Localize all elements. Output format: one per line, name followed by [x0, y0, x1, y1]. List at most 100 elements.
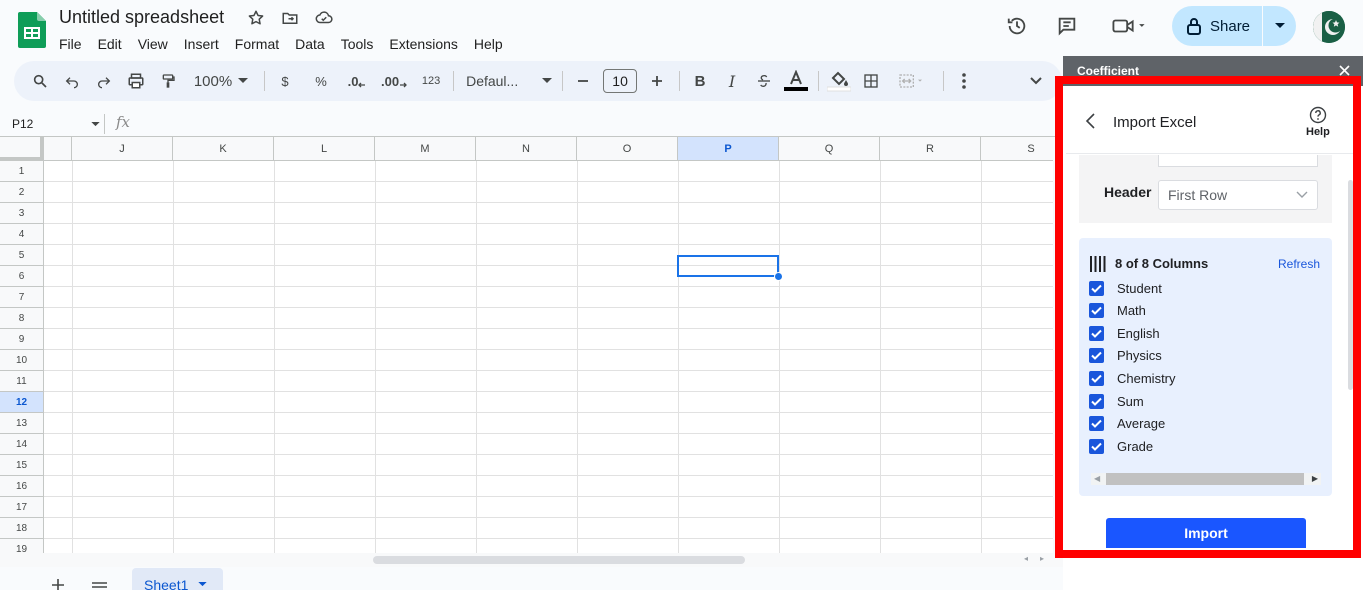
decrease-decimal-label: .0 [347, 73, 359, 89]
row-header[interactable]: 4 [0, 224, 44, 245]
font-family-select[interactable]: Defaul... [466, 67, 553, 95]
chevron-down-icon [91, 121, 100, 126]
grid-row-line [44, 517, 1053, 518]
menu-file[interactable]: File [51, 33, 90, 53]
share-dropdown-icon[interactable] [1263, 6, 1296, 46]
percent-format-button[interactable]: % [309, 67, 333, 95]
row-header[interactable]: 15 [0, 455, 44, 476]
font-family-value: Defaul... [466, 73, 519, 89]
column-header[interactable]: L [274, 137, 375, 161]
row-header[interactable]: 7 [0, 287, 44, 308]
italic-button[interactable]: I [720, 67, 744, 95]
redo-icon[interactable] [92, 67, 116, 95]
row-header[interactable]: 11 [0, 371, 44, 392]
collapse-toolbar-icon[interactable] [1024, 67, 1048, 95]
row-header[interactable]: 1 [0, 161, 44, 182]
row-header[interactable]: 5 [0, 245, 44, 266]
menu-view[interactable]: View [130, 33, 176, 53]
search-menus-icon[interactable] [28, 67, 52, 95]
grid-row-line [44, 391, 1053, 392]
chevron-down-icon[interactable] [198, 582, 208, 587]
fill-color-icon[interactable] [827, 67, 852, 95]
column-header[interactable]: M [375, 137, 476, 161]
name-box[interactable]: P12 [12, 114, 100, 134]
column-header[interactable]: J [72, 137, 173, 161]
bold-button[interactable]: B [688, 67, 712, 95]
row-header[interactable]: 17 [0, 497, 44, 518]
scroll-right-icon[interactable]: ▸ [1040, 554, 1044, 563]
grid-row-line [44, 244, 1053, 245]
row-header[interactable]: 19 [0, 539, 44, 553]
menu-edit[interactable]: Edit [90, 33, 130, 53]
move-folder-icon[interactable] [280, 8, 300, 28]
menu-data[interactable]: Data [287, 33, 333, 53]
sheet-tab-active[interactable]: Sheet1 [132, 568, 223, 590]
more-options-icon[interactable] [952, 67, 976, 95]
column-header-selected[interactable]: P [678, 137, 779, 161]
decrease-font-size-button[interactable] [571, 67, 595, 95]
borders-icon[interactable] [859, 67, 883, 95]
menu-help[interactable]: Help [466, 33, 511, 53]
grid-row-line [44, 433, 1053, 434]
column-header[interactable]: S [981, 137, 1053, 161]
font-size-value: 10 [612, 73, 628, 89]
sheets-logo-icon[interactable] [18, 12, 46, 48]
avatar[interactable] [1313, 11, 1345, 43]
italic-label: I [728, 71, 736, 91]
selected-cell[interactable] [677, 255, 779, 277]
cloud-status-icon[interactable] [314, 8, 334, 28]
minus-icon [578, 80, 589, 82]
horizontal-scrollbar[interactable]: ◂ ▸ [0, 553, 1053, 567]
all-sheets-icon[interactable] [92, 579, 108, 590]
increase-decimal-button[interactable]: .00 [381, 67, 407, 95]
menu-format[interactable]: Format [227, 33, 287, 53]
row-header[interactable]: 2 [0, 182, 44, 203]
paint-format-icon[interactable] [156, 67, 180, 95]
menu-extensions[interactable]: Extensions [381, 33, 465, 53]
row-header[interactable]: 18 [0, 518, 44, 539]
select-all-corner[interactable] [0, 137, 44, 161]
spreadsheet-grid[interactable]: J K L M N O P Q R S 1 2 3 4 5 6 7 8 9 10 11 12 13 14 1… [0, 137, 1053, 553]
column-header[interactable]: Q [779, 137, 880, 161]
decrease-decimal-button[interactable]: .0 [345, 67, 369, 95]
fill-handle[interactable] [774, 272, 783, 281]
text-color-icon[interactable] [784, 67, 809, 95]
row-header[interactable]: 12 [0, 392, 44, 413]
meet-icon[interactable] [1108, 14, 1150, 38]
column-header-partial[interactable] [44, 137, 72, 161]
row-header[interactable]: 3 [0, 203, 44, 224]
font-size-input[interactable]: 10 [603, 69, 638, 93]
grid-row-line [44, 496, 1053, 497]
zoom-select[interactable]: 100% [188, 67, 254, 95]
add-sheet-icon[interactable] [52, 575, 64, 590]
row-header[interactable]: 10 [0, 350, 44, 371]
strikethrough-icon[interactable] [752, 67, 776, 95]
increase-font-size-button[interactable] [645, 67, 669, 95]
scroll-thumb[interactable] [373, 556, 745, 564]
row-header[interactable]: 14 [0, 434, 44, 455]
undo-icon[interactable] [60, 67, 84, 95]
share-button[interactable]: Share [1172, 6, 1296, 46]
row-header[interactable]: 6 [0, 266, 44, 287]
row-header[interactable]: 16 [0, 476, 44, 497]
column-header[interactable]: O [577, 137, 678, 161]
lock-icon [1187, 18, 1201, 35]
document-title[interactable]: Untitled spreadsheet [59, 7, 224, 28]
scroll-left-icon[interactable]: ◂ [1024, 554, 1028, 563]
print-icon[interactable] [124, 67, 148, 95]
currency-format-button[interactable]: $ [273, 67, 297, 95]
column-header[interactable]: R [880, 137, 981, 161]
column-header[interactable]: N [476, 137, 577, 161]
merge-cells-icon[interactable] [891, 67, 933, 95]
column-header[interactable]: K [173, 137, 274, 161]
row-header[interactable]: 13 [0, 413, 44, 434]
star-icon[interactable] [246, 8, 266, 28]
row-header[interactable]: 8 [0, 308, 44, 329]
number-format-button[interactable]: 123 [419, 67, 443, 95]
menu-tools[interactable]: Tools [333, 33, 382, 53]
menu-insert[interactable]: Insert [176, 33, 227, 53]
comments-icon[interactable] [1054, 14, 1080, 38]
version-history-icon[interactable] [1004, 14, 1030, 38]
row-header[interactable]: 9 [0, 329, 44, 350]
grid-row-line [44, 454, 1053, 455]
